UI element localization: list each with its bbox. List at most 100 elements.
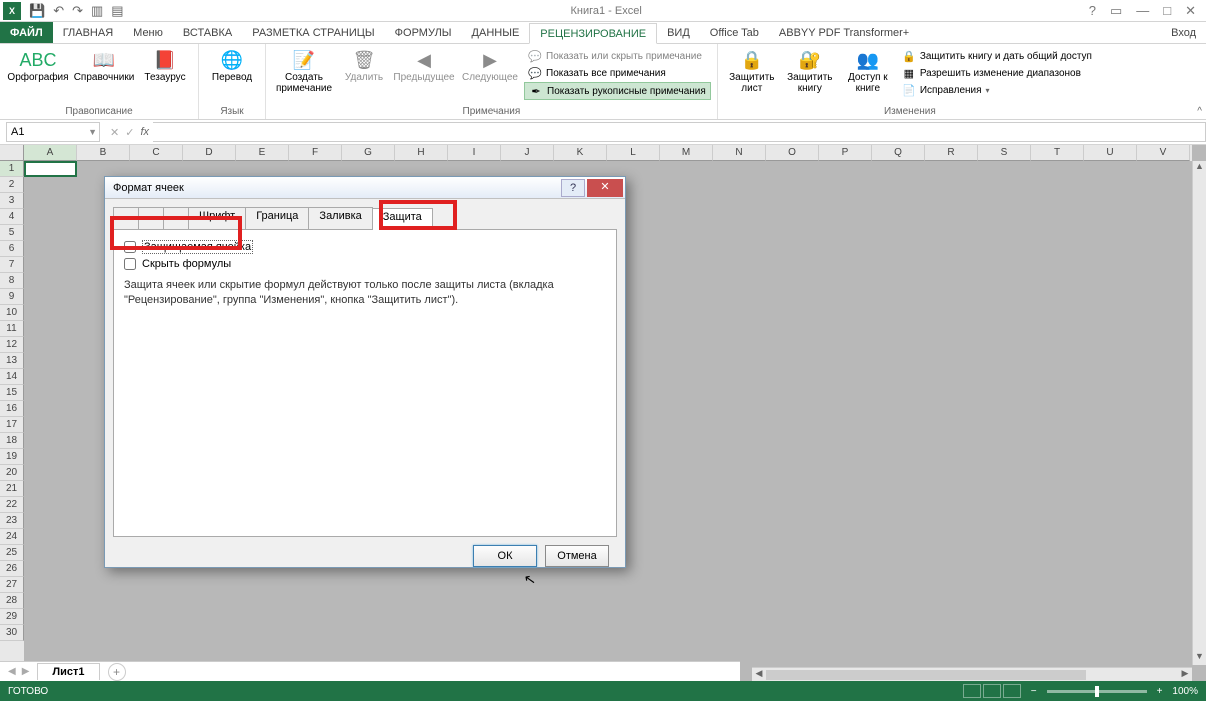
scroll-right-icon[interactable]: ▶ <box>1178 668 1192 681</box>
maximize-icon[interactable]: □ <box>1163 3 1171 19</box>
row-header[interactable]: 13 <box>0 353 24 369</box>
showhide-comment-button[interactable]: 💬 Показать или скрыть примечание <box>524 48 711 64</box>
zoom-in-icon[interactable]: + <box>1157 686 1163 697</box>
column-header[interactable]: H <box>395 145 448 161</box>
column-header[interactable]: V <box>1137 145 1190 161</box>
dialog-help-button[interactable]: ? <box>561 179 585 197</box>
normal-view-icon[interactable] <box>963 684 981 698</box>
dialog-tab-protection[interactable]: Защита <box>372 208 433 230</box>
track-changes-button[interactable]: 📄 Исправления ▾ <box>898 82 1096 98</box>
active-cell[interactable] <box>24 161 77 177</box>
horizontal-scrollbar[interactable]: ◀ ▶ <box>752 667 1192 681</box>
minimize-icon[interactable]: — <box>1136 3 1149 19</box>
new-comment-button[interactable]: 📝 Создать примечание <box>272 46 336 94</box>
row-header[interactable]: 1 <box>0 161 24 177</box>
dialog-close-button[interactable]: ✕ <box>587 179 623 197</box>
tab-home[interactable]: ГЛАВНАЯ <box>53 22 123 43</box>
tab-review[interactable]: РЕЦЕНЗИРОВАНИЕ <box>529 23 657 44</box>
column-header[interactable]: R <box>925 145 978 161</box>
tab-officetab[interactable]: Office Tab <box>700 22 769 43</box>
column-header[interactable]: E <box>236 145 289 161</box>
row-header[interactable]: 7 <box>0 257 24 273</box>
protect-share-button[interactable]: 🔒 Защитить книгу и дать общий доступ <box>898 48 1096 64</box>
row-header[interactable]: 19 <box>0 449 24 465</box>
next-comment-button[interactable]: ▶ Следующее <box>458 46 522 83</box>
row-header[interactable]: 17 <box>0 417 24 433</box>
allow-ranges-button[interactable]: ▦ Разрешить изменение диапазонов <box>898 65 1096 81</box>
references-button[interactable]: 📖 Справочники <box>72 46 136 83</box>
column-header[interactable]: B <box>77 145 130 161</box>
spellcheck-button[interactable]: ABC Орфография <box>6 46 70 83</box>
row-header[interactable]: 25 <box>0 545 24 561</box>
zoom-slider[interactable] <box>1047 690 1147 693</box>
add-sheet-button[interactable]: + <box>108 663 126 681</box>
row-header[interactable]: 20 <box>0 465 24 481</box>
hidden-checkbox[interactable] <box>124 258 136 270</box>
column-header[interactable]: U <box>1084 145 1137 161</box>
row-header[interactable]: 5 <box>0 225 24 241</box>
zoom-value[interactable]: 100% <box>1172 686 1198 697</box>
column-header[interactable]: M <box>660 145 713 161</box>
dialog-tab-fill[interactable]: Заливка <box>308 207 372 229</box>
enter-formula-icon[interactable]: ✓ <box>125 126 134 139</box>
ok-button[interactable]: ОК <box>473 545 537 567</box>
dialog-tab-hidden3[interactable] <box>163 207 189 229</box>
open-icon[interactable]: ▤ <box>111 3 123 19</box>
row-header[interactable]: 30 <box>0 625 24 641</box>
show-ink-button[interactable]: ✒ Показать рукописные примечания <box>524 82 711 100</box>
column-headers[interactable]: ABCDEFGHIJKLMNOPQRSTUV <box>24 145 1192 161</box>
formula-input[interactable] <box>153 122 1206 142</box>
row-header[interactable]: 24 <box>0 529 24 545</box>
column-header[interactable]: T <box>1031 145 1084 161</box>
column-header[interactable]: I <box>448 145 501 161</box>
dialog-tab-hidden2[interactable] <box>138 207 164 229</box>
zoom-out-icon[interactable]: − <box>1031 686 1037 697</box>
column-header[interactable]: C <box>130 145 183 161</box>
protect-book-button[interactable]: 🔐 Защитить книгу <box>782 46 838 94</box>
collapse-ribbon-icon[interactable]: ^ <box>1197 106 1202 117</box>
select-all-button[interactable] <box>0 145 24 161</box>
row-header[interactable]: 4 <box>0 209 24 225</box>
row-header[interactable]: 27 <box>0 577 24 593</box>
protect-sheet-button[interactable]: 🔒 Защитить лист <box>724 46 780 94</box>
close-icon[interactable]: ✕ <box>1185 3 1196 19</box>
hidden-checkbox-row[interactable]: Скрыть формулы <box>124 258 606 270</box>
row-header[interactable]: 15 <box>0 385 24 401</box>
locked-checkbox[interactable] <box>124 241 136 253</box>
row-header[interactable]: 11 <box>0 321 24 337</box>
translate-button[interactable]: 🌐 Перевод <box>205 46 259 83</box>
row-headers[interactable]: 1234567891011121314151617181920212223242… <box>0 161 24 665</box>
showall-comments-button[interactable]: 💬 Показать все примечания <box>524 65 711 81</box>
column-header[interactable]: G <box>342 145 395 161</box>
tab-menu[interactable]: Меню <box>123 22 173 43</box>
sheet-tab[interactable]: Лист1 <box>37 663 99 680</box>
row-header[interactable]: 29 <box>0 609 24 625</box>
thesaurus-button[interactable]: 📕 Тезаурус <box>138 46 192 83</box>
row-header[interactable]: 8 <box>0 273 24 289</box>
row-header[interactable]: 21 <box>0 481 24 497</box>
row-header[interactable]: 2 <box>0 177 24 193</box>
prev-comment-button[interactable]: ◀ Предыдущее <box>392 46 456 83</box>
new-icon[interactable]: ▥ <box>91 3 103 19</box>
tab-abbyy[interactable]: ABBYY PDF Transformer+ <box>769 22 919 43</box>
row-header[interactable]: 9 <box>0 289 24 305</box>
column-header[interactable]: S <box>978 145 1031 161</box>
dialog-tab-border[interactable]: Граница <box>245 207 309 229</box>
column-header[interactable]: L <box>607 145 660 161</box>
row-header[interactable]: 22 <box>0 497 24 513</box>
column-header[interactable]: P <box>819 145 872 161</box>
tab-data[interactable]: ДАННЫЕ <box>462 22 530 43</box>
redo-icon[interactable]: ↷ <box>72 3 83 19</box>
tab-file[interactable]: ФАЙЛ <box>0 22 53 43</box>
tab-formulas[interactable]: ФОРМУЛЫ <box>385 22 462 43</box>
delete-comment-button[interactable]: 🗑 Удалить <box>338 46 390 83</box>
dialog-titlebar[interactable]: Формат ячеек ? ✕ <box>105 177 625 199</box>
page-layout-view-icon[interactable] <box>983 684 1001 698</box>
cancel-formula-icon[interactable]: ✕ <box>110 126 119 139</box>
scroll-left-icon[interactable]: ◀ <box>752 668 766 681</box>
scroll-up-icon[interactable]: ▲ <box>1193 161 1206 175</box>
dialog-tab-font[interactable]: Шрифт <box>188 207 246 229</box>
vertical-scrollbar[interactable]: ▲ ▼ <box>1192 161 1206 665</box>
column-header[interactable]: N <box>713 145 766 161</box>
save-icon[interactable]: 💾 <box>29 3 45 19</box>
